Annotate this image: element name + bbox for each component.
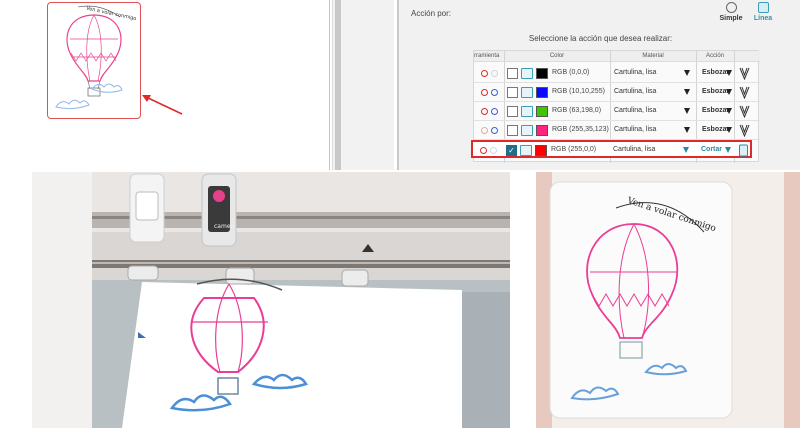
line-mode-icon	[757, 2, 769, 13]
table-row[interactable]: RGB (0,0,0) Cartulina, lisa Esbozar	[474, 65, 760, 83]
tool-2-radio[interactable]	[491, 89, 498, 96]
circle-icon	[725, 2, 737, 13]
color-swatch	[535, 145, 547, 156]
table-row[interactable]: RGB (255,35,123) Cartulina, lisa Esbozar	[474, 122, 760, 140]
table-row[interactable]: RGB (10,10,255) Cartulina, lisa Esbozar	[474, 84, 760, 102]
col-header-action: Acción	[696, 51, 734, 62]
rgb-label: RGB (63,198,0)	[552, 107, 602, 114]
mode-line-label: Línea	[753, 15, 773, 22]
action-dropdown-icon[interactable]	[726, 127, 732, 133]
tool-2-radio[interactable]	[491, 70, 498, 77]
material-dropdown-icon[interactable]	[684, 70, 690, 76]
table-row-selected[interactable]: ✓ RGB (255,0,0) Cartulina, lisa Cortar	[471, 140, 752, 158]
balloon-design: Ven a volar conmigo	[55, 6, 137, 110]
line-style-icon[interactable]	[521, 106, 533, 117]
col-header-color: Color	[504, 51, 610, 62]
line-style-icon[interactable]	[521, 87, 533, 98]
tool-2-radio[interactable]	[491, 127, 498, 134]
col-header-blade	[734, 51, 760, 62]
material-dropdown-icon[interactable]	[684, 108, 690, 114]
rgb-label: RGB (255,35,123)	[552, 126, 609, 133]
action-panel: Acción por: Simple Línea Seleccione la a…	[397, 0, 800, 170]
tool-1-radio[interactable]	[481, 108, 488, 115]
rgb-label: RGB (10,10,255)	[552, 88, 605, 95]
color-checkbox[interactable]	[507, 87, 518, 98]
color-swatch	[536, 125, 548, 136]
action-by-label: Acción por:	[411, 9, 452, 18]
mode-line-button[interactable]: Línea	[748, 2, 778, 22]
tool-1-radio[interactable]	[481, 89, 488, 96]
line-style-icon[interactable]	[521, 125, 533, 136]
design-selection-frame[interactable]: Ven a volar conmigo	[47, 2, 141, 119]
color-swatch	[536, 106, 548, 117]
material-select[interactable]: Cartulina, lisa	[614, 88, 694, 95]
machine-brand-text: cameo	[214, 223, 235, 230]
table-row[interactable]: RGB (63,198,0) Cartulina, lisa Esbozar	[474, 103, 760, 121]
action-select[interactable]: Cortar	[701, 146, 722, 153]
action-dropdown-icon[interactable]	[726, 89, 732, 95]
design-canvas[interactable]: Ven a volar conmigo	[0, 0, 394, 170]
material-select[interactable]: Cartulina, lisa	[613, 146, 693, 153]
col-header-material: Material	[610, 51, 696, 62]
action-table: rramienta Color Material Acción RGB (0,0…	[471, 50, 760, 163]
material-dropdown-icon[interactable]	[684, 89, 690, 95]
instruction-text: Seleccione la acción que desea realizar:	[528, 34, 673, 43]
color-checkbox[interactable]	[507, 125, 518, 136]
rgb-label: RGB (0,0,0)	[552, 69, 590, 76]
tool-1-radio[interactable]	[481, 127, 488, 134]
cutting-machine-photo: cameo	[32, 172, 510, 428]
action-dropdown-icon[interactable]	[726, 108, 732, 114]
action-dropdown-icon[interactable]	[726, 70, 732, 76]
sketch-pen-icon	[739, 105, 750, 118]
line-style-icon[interactable]	[521, 68, 533, 79]
sketch-pen-icon	[739, 67, 750, 80]
color-checkbox[interactable]	[507, 68, 518, 79]
tool-2-radio[interactable]	[491, 108, 498, 115]
color-checkbox[interactable]	[507, 106, 518, 117]
color-swatch	[536, 87, 548, 98]
mode-simple-label: Simple	[719, 15, 743, 22]
material-select[interactable]: Cartulina, lisa	[614, 69, 694, 76]
material-select[interactable]: Cartulina, lisa	[614, 107, 694, 114]
action-dropdown-icon[interactable]	[725, 147, 731, 153]
col-header-tool: rramienta	[474, 51, 504, 62]
blade-icon	[739, 144, 748, 157]
mode-simple-button[interactable]: Simple	[715, 2, 747, 22]
pointer-arrow-icon	[142, 95, 183, 115]
rgb-label: RGB (255,0,0)	[551, 146, 597, 153]
material-dropdown-icon[interactable]	[684, 127, 690, 133]
color-checkbox-checked[interactable]: ✓	[506, 145, 517, 156]
sketch-pen-icon	[739, 124, 750, 137]
sketch-pen-icon	[739, 86, 750, 99]
tool-1-radio[interactable]	[480, 147, 487, 154]
material-dropdown-icon[interactable]	[683, 147, 689, 153]
line-style-icon[interactable]	[520, 145, 532, 156]
tool-2-radio[interactable]	[490, 147, 497, 154]
scrollbar-thumb[interactable]	[335, 0, 341, 170]
material-select[interactable]: Cartulina, lisa	[614, 126, 694, 133]
tool-1-radio[interactable]	[481, 70, 488, 77]
finished-card-photo: Ven a volar conmigo	[536, 172, 800, 428]
color-swatch	[536, 68, 548, 79]
canvas-scrollbar[interactable]	[332, 0, 394, 170]
